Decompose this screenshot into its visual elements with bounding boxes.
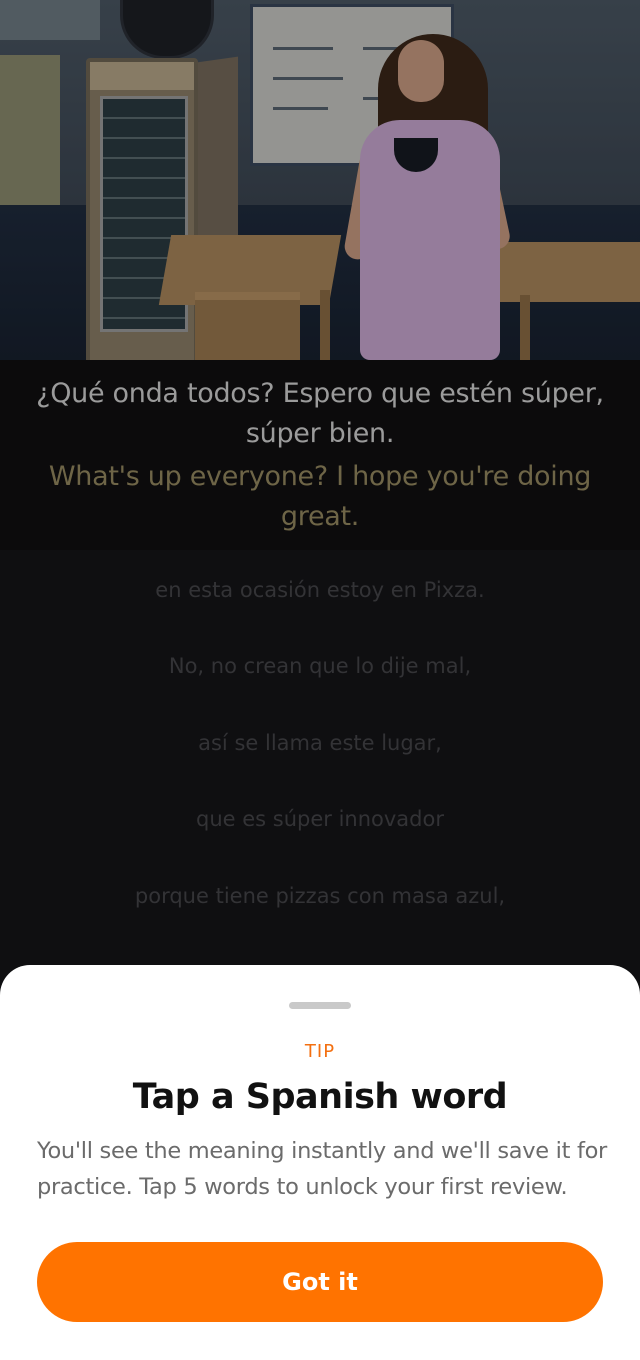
- transcript-line[interactable]: No, no crean que lo dije mal,: [0, 654, 640, 678]
- caption-spanish[interactable]: ¿Qué onda todos? Espero que estén súper,…: [20, 374, 620, 454]
- transcript-line[interactable]: así se llama este lugar,: [0, 731, 640, 755]
- transcript-list: en esta ocasión estoy en Pixza. No, no c…: [0, 550, 640, 970]
- video-dim-overlay: [0, 0, 640, 360]
- caption-english: What's up everyone? I hope you're doing …: [48, 461, 592, 532]
- tip-label: TIP: [304, 1041, 336, 1062]
- tip-title: Tap a Spanish word: [132, 1077, 508, 1117]
- video-player[interactable]: [0, 0, 640, 360]
- sheet-grabber-handle[interactable]: [289, 1002, 351, 1009]
- got-it-button[interactable]: Got it: [37, 1242, 603, 1322]
- transcript-line[interactable]: porque tiene pizzas con masa azul,: [0, 884, 640, 908]
- tip-description: You'll see the meaning instantly and we'…: [37, 1138, 608, 1200]
- current-caption: ¿Qué onda todos? Espero que estén súper,…: [0, 360, 640, 550]
- transcript-line[interactable]: en esta ocasión estoy en Pixza.: [0, 578, 640, 602]
- tip-bottom-sheet: TIP Tap a Spanish word You'll see the me…: [0, 965, 640, 1360]
- transcript-line[interactable]: que es súper innovador: [0, 807, 640, 831]
